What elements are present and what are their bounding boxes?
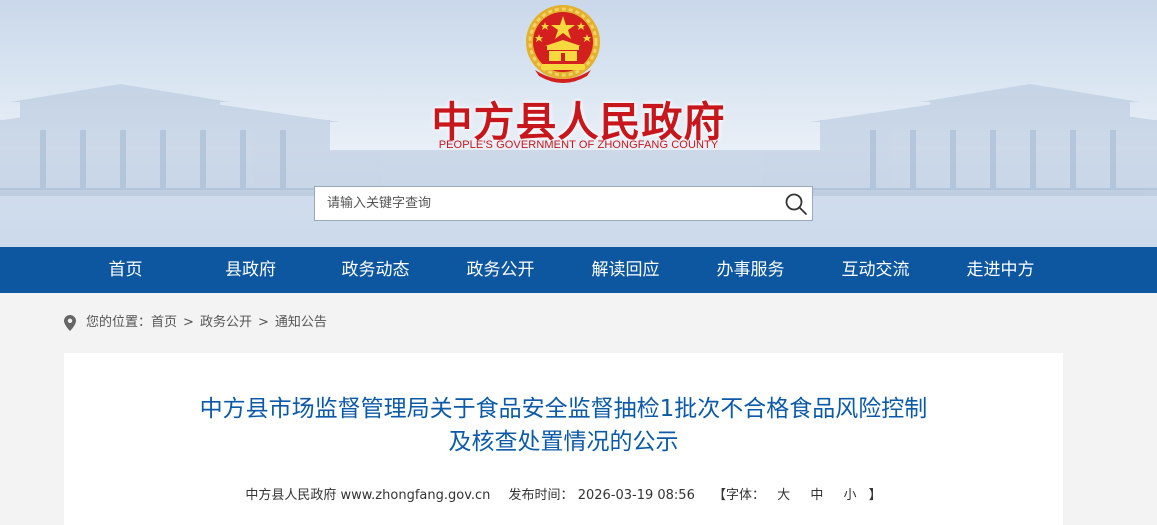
font-size-close: 】	[868, 488, 882, 503]
publish-label: 发布时间：	[508, 488, 574, 503]
site-subtitle: PEOPLE'S GOVERNMENT OF ZHONGFANG COUNTY	[438, 139, 719, 151]
nav-item-home[interactable]: 首页	[63, 247, 188, 293]
nav-item-government-news[interactable]: 政务动态	[313, 247, 438, 293]
nav-item-services[interactable]: 办事服务	[688, 247, 813, 293]
nav-item-interpretation[interactable]: 解读回应	[563, 247, 688, 293]
article-title-line-2: 及核查处置情况的公示	[448, 429, 679, 455]
breadcrumb: 您的位置： 首页 > 政务公开 > 通知公告	[64, 313, 327, 333]
location-pin-icon	[64, 315, 76, 331]
search-box	[314, 186, 813, 221]
breadcrumb-separator: >	[257, 315, 269, 330]
font-size-label: 【字体：	[713, 488, 766, 503]
article-panel: 中方县市场监督管理局关于食品安全监督抽检1批次不合格食品风险控制 及核查处置情况…	[64, 353, 1063, 525]
nav-item-interaction[interactable]: 互动交流	[813, 247, 938, 293]
font-size-large-button[interactable]: 大	[777, 484, 790, 503]
breadcrumb-link-home[interactable]: 首页	[151, 313, 177, 333]
article-title: 中方县市场监督管理局关于食品安全监督抽检1批次不合格食品风险控制 及核查处置情况…	[64, 393, 1063, 459]
search-icon[interactable]	[784, 192, 808, 216]
article-source: 中方县人民政府 www.zhongfang.gov.cn	[245, 488, 491, 503]
nav-item-county-government[interactable]: 县政府	[188, 247, 313, 293]
publish-time: 2026-03-19 08:56	[577, 488, 695, 503]
site-header: 中方县人民政府 PEOPLE'S GOVERNMENT OF ZHONGFANG…	[0, 0, 1157, 247]
breadcrumb-link-notices[interactable]: 通知公告	[275, 313, 327, 333]
font-size-small-button[interactable]: 小	[843, 484, 856, 503]
breadcrumb-separator: >	[183, 315, 194, 330]
font-size-medium-button[interactable]: 中	[810, 484, 823, 503]
breadcrumb-link-disclosure[interactable]: 政务公开	[200, 313, 252, 333]
article-title-line-1: 中方县市场监督管理局关于食品安全监督抽检1批次不合格食品风险控制	[199, 396, 928, 422]
breadcrumb-label: 您的位置：	[86, 315, 152, 330]
nav-item-government-disclosure[interactable]: 政务公开	[438, 247, 563, 293]
nav-item-about-zhongfang[interactable]: 走进中方	[938, 247, 1063, 293]
national-emblem-icon	[526, 5, 600, 83]
article-meta: 中方县人民政府 www.zhongfang.gov.cn 发布时间： 2026-…	[64, 484, 1063, 503]
search-input[interactable]	[315, 187, 775, 220]
main-nav: 首页 县政府 政务动态 政务公开 解读回应 办事服务 互动交流 走进中方	[0, 247, 1157, 293]
